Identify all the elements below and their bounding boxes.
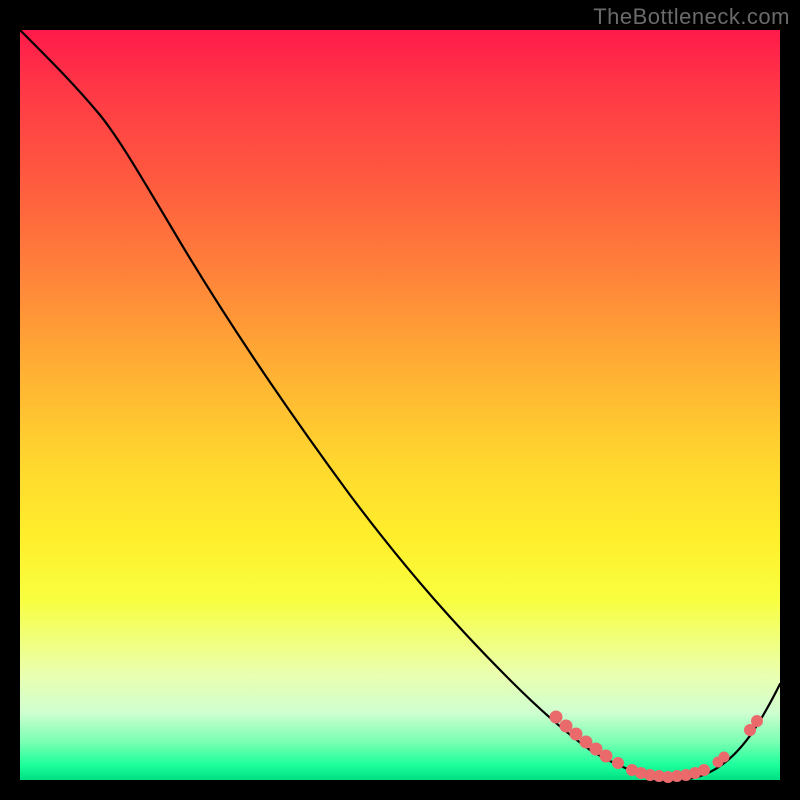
chart-svg [20,30,780,780]
bottleneck-curve [20,30,780,779]
chart-frame: TheBottleneck.com [0,0,800,800]
plot-area [20,30,782,782]
highlight-dots [550,711,764,784]
watermark-text: TheBottleneck.com [593,4,790,30]
